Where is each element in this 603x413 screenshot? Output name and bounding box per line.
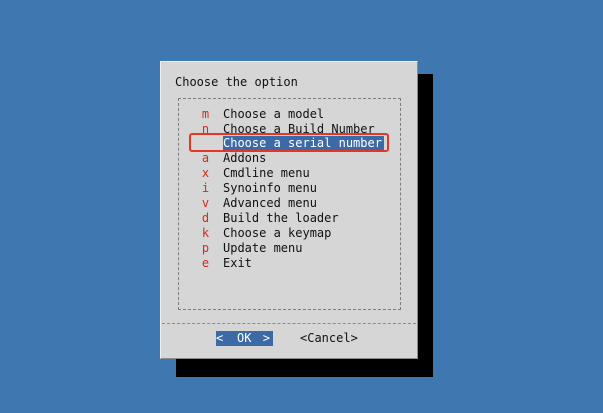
menu-item-synoinfo-menu[interactable]: i Synoinfo menu [201,181,381,196]
ok-right-bracket: > [262,331,270,345]
menu-hotkey: p [201,241,210,255]
menu-hotkey: i [201,181,210,195]
menu-item-label: Cmdline menu [223,166,310,180]
menu-item-label: Advanced menu [223,196,317,210]
cancel-button[interactable]: <Cancel> [300,331,358,346]
menu-item-label: Update menu [223,241,303,255]
dialog-title: Choose the option [175,75,298,89]
menu-item-label: Addons [223,151,267,165]
menu-hotkey: m [201,107,210,121]
menu-hotkey: e [201,256,210,270]
ok-button[interactable]: < OK > [216,331,273,346]
menu-item-cmdline-menu[interactable]: x Cmdline menu [201,166,381,181]
menu-item-build-loader[interactable]: d Build the loader [201,211,381,226]
menu-hotkey: d [201,211,210,225]
menu-item-addons[interactable]: a Addons [201,151,381,166]
menu-item-label: Choose a model [223,107,325,121]
menu-item-update-menu[interactable]: p Update menu [201,241,381,256]
menu-item-choose-keymap[interactable]: k Choose a keymap [201,226,381,241]
menu-hotkey: x [201,166,210,180]
menu-item-exit[interactable]: e Exit [201,256,381,271]
options-dialog: Choose the option m Choose a model n Cho… [160,61,418,359]
menu-item-label: Build the loader [223,211,339,225]
selected-item-highlight-box [189,133,389,152]
menu-item-label: Choose a keymap [223,226,332,240]
menu-hotkey: v [201,196,210,210]
menu-item-choose-model[interactable]: m Choose a model [201,107,381,122]
menu-hotkey: a [201,151,210,165]
menu-item-label: Exit [223,256,252,270]
menu-item-label: Synoinfo menu [223,181,317,195]
ok-left-bracket: < [216,331,224,345]
menu-hotkey: k [201,226,210,240]
button-divider [162,323,416,325]
menu-item-advanced-menu[interactable]: v Advanced menu [201,196,381,211]
ok-label: OK [237,331,252,345]
